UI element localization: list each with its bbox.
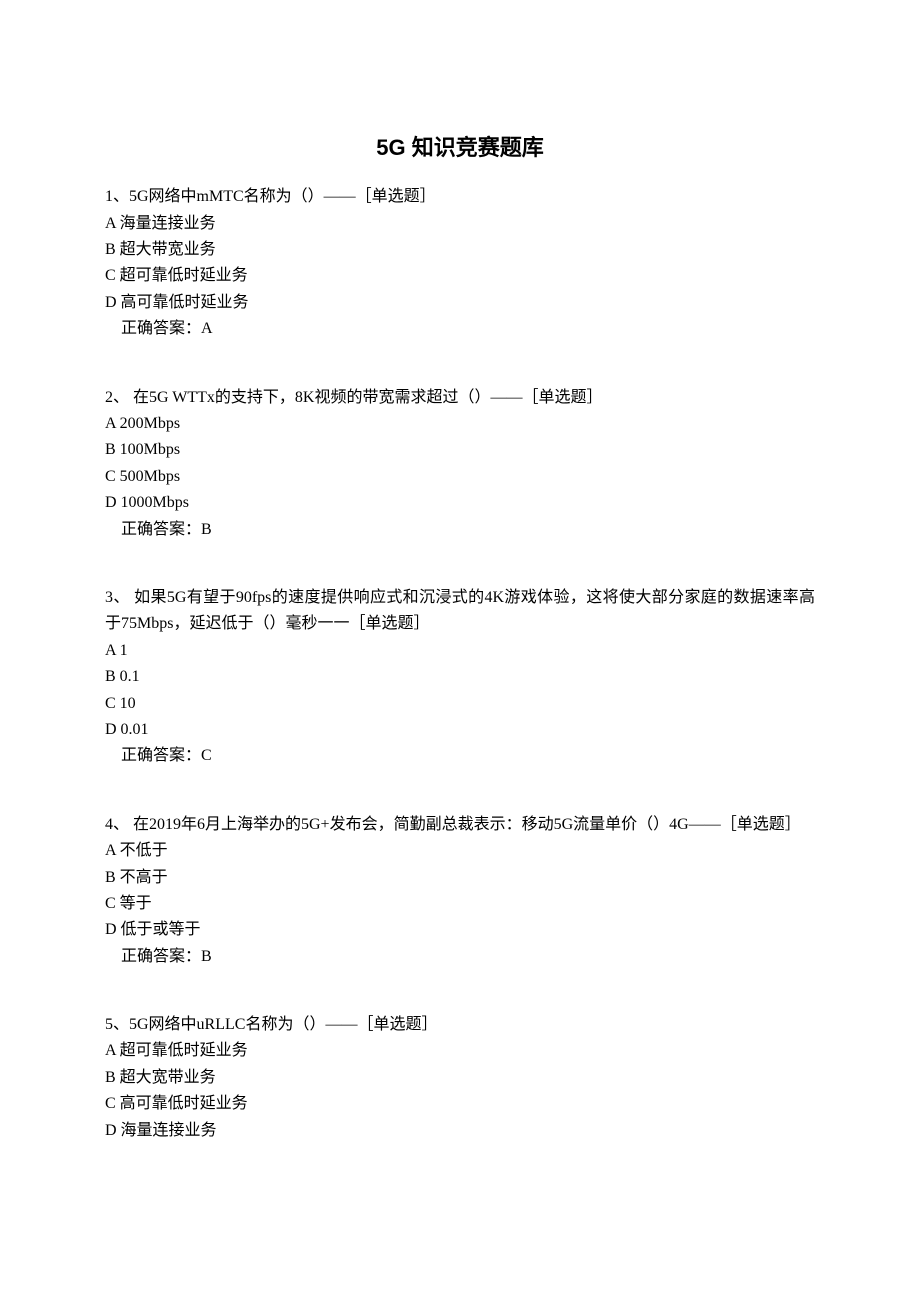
option-a: A 超可靠低时延业务 — [105, 1038, 815, 1064]
option-a: A 不低于 — [105, 838, 815, 864]
option-c: C 高可靠低时延业务 — [105, 1091, 815, 1117]
answer-text: 正确答案：A — [105, 316, 815, 342]
option-d: D 低于或等于 — [105, 917, 815, 943]
document-page: 5G 知识竞赛题库 1、5G网络中mMTC名称为（）——［单选题］ A 海量连接… — [0, 0, 920, 1246]
option-a: A 200Mbps — [105, 411, 815, 437]
option-d: D 1000Mbps — [105, 490, 815, 516]
option-c: C 等于 — [105, 891, 815, 917]
option-a: A 海量连接业务 — [105, 211, 815, 237]
question-block-1: 1、5G网络中mMTC名称为（）——［单选题］ A 海量连接业务 B 超大带宽业… — [105, 184, 815, 342]
option-c: C 10 — [105, 691, 815, 717]
question-text: 1、5G网络中mMTC名称为（）——［单选题］ — [105, 184, 815, 210]
option-d: D 海量连接业务 — [105, 1118, 815, 1144]
option-b: B 100Mbps — [105, 437, 815, 463]
option-d: D 高可靠低时延业务 — [105, 290, 815, 316]
question-text: 4、 在2019年6月上海举办的5G+发布会，简勤副总裁表示：移动5G流量单价（… — [105, 812, 815, 838]
option-a: A 1 — [105, 638, 815, 664]
option-b: B 超大带宽业务 — [105, 237, 815, 263]
question-text: 5、5G网络中uRLLC名称为（）——［单选题］ — [105, 1012, 815, 1038]
answer-text: 正确答案：B — [105, 517, 815, 543]
answer-text: 正确答案：B — [105, 944, 815, 970]
question-block-3: 3、 如果5G有望于90fps的速度提供响应式和沉浸式的4K游戏体验，这将使大部… — [105, 585, 815, 770]
option-b: B 超大宽带业务 — [105, 1065, 815, 1091]
question-block-4: 4、 在2019年6月上海举办的5G+发布会，简勤副总裁表示：移动5G流量单价（… — [105, 812, 815, 970]
question-text: 2、 在5G WTTx的支持下，8K视频的带宽需求超过（）——［单选题］ — [105, 385, 815, 411]
answer-text: 正确答案：C — [105, 743, 815, 769]
document-title: 5G 知识竞赛题库 — [105, 130, 815, 166]
option-c: C 超可靠低时延业务 — [105, 263, 815, 289]
option-d: D 0.01 — [105, 717, 815, 743]
option-c: C 500Mbps — [105, 464, 815, 490]
question-block-5: 5、5G网络中uRLLC名称为（）——［单选题］ A 超可靠低时延业务 B 超大… — [105, 1012, 815, 1144]
question-text: 3、 如果5G有望于90fps的速度提供响应式和沉浸式的4K游戏体验，这将使大部… — [105, 585, 815, 638]
option-b: B 不高于 — [105, 865, 815, 891]
option-b: B 0.1 — [105, 664, 815, 690]
question-block-2: 2、 在5G WTTx的支持下，8K视频的带宽需求超过（）——［单选题］ A 2… — [105, 385, 815, 543]
